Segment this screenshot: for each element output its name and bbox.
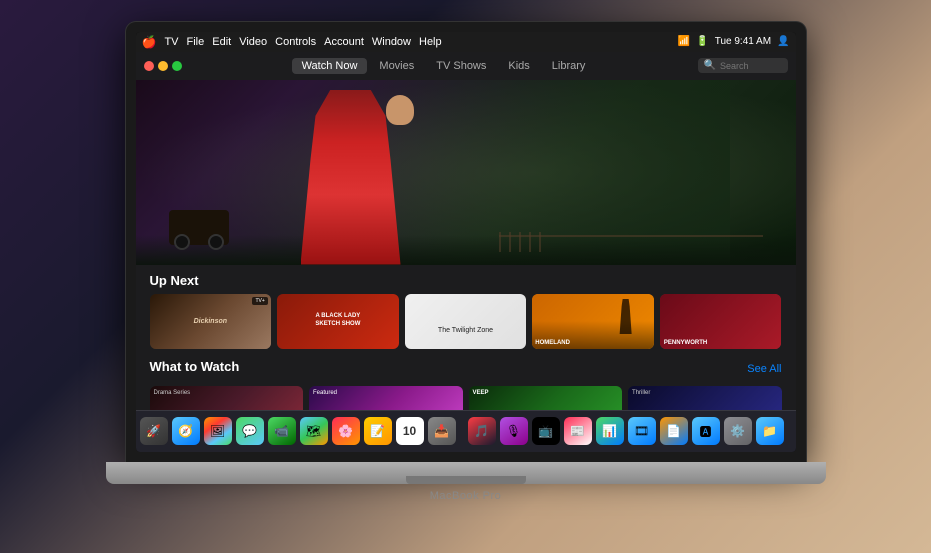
menu-controls[interactable]: Controls bbox=[275, 36, 316, 48]
watch-card-1[interactable]: Drama Series bbox=[150, 386, 304, 410]
dock-pages[interactable]: 📄 bbox=[660, 417, 688, 445]
menu-file[interactable]: File bbox=[187, 36, 205, 48]
see-all-button[interactable]: See All bbox=[747, 363, 781, 375]
macos-screen: 🍎 TV File Edit Video Controls Account Wi… bbox=[136, 32, 796, 452]
hero-fence bbox=[499, 235, 763, 250]
show-card-pennyworth[interactable]: PENNYWORTH bbox=[660, 294, 782, 349]
dock-numbers[interactable]: 📊 bbox=[596, 417, 624, 445]
menu-tv[interactable]: TV bbox=[164, 36, 178, 48]
dock-app-store[interactable]: 🅰 bbox=[692, 417, 720, 445]
show-card-blacklady[interactable]: A BLACK LADYSKETCH SHOW bbox=[277, 294, 399, 349]
watch-card-2[interactable]: Featured bbox=[309, 386, 463, 410]
title-bar: Watch Now Movies TV Shows Kids Library 🔍 bbox=[136, 52, 796, 80]
dock-keynote[interactable]: 🎞 bbox=[628, 417, 656, 445]
minimize-button[interactable] bbox=[158, 61, 168, 71]
dock: 😊 🚀 🧭 🖼 💬 📹 🗺 🌸 📝 10 📥 🎵 🎙 bbox=[136, 410, 796, 452]
dock-launchpad[interactable]: 🚀 bbox=[140, 417, 168, 445]
menu-account[interactable]: Account bbox=[324, 36, 364, 48]
dock-photos[interactable]: 🖼 bbox=[204, 417, 232, 445]
what-to-watch-header: What to Watch See All bbox=[150, 359, 782, 380]
apple-tv-app: Watch Now Movies TV Shows Kids Library 🔍 bbox=[136, 52, 796, 452]
time-display: Tue 9:41 AM bbox=[715, 36, 771, 47]
dock-messages[interactable]: 💬 bbox=[236, 417, 264, 445]
hero-banner bbox=[136, 80, 796, 265]
apple-icon[interactable]: 🍎 bbox=[142, 35, 157, 49]
menu-bar-left: 🍎 TV File Edit Video Controls Account Wi… bbox=[142, 35, 442, 49]
show-card-homeland[interactable]: HOMELAND bbox=[532, 294, 654, 349]
up-next-title: Up Next bbox=[150, 273, 782, 288]
dock-notes[interactable]: 📝 bbox=[364, 417, 392, 445]
search-input[interactable] bbox=[720, 61, 790, 71]
what-to-watch-title: What to Watch bbox=[150, 359, 240, 374]
dock-news[interactable]: 📰 bbox=[564, 417, 592, 445]
tab-library[interactable]: Library bbox=[542, 58, 596, 74]
menu-video[interactable]: Video bbox=[239, 36, 267, 48]
nav-tabs: Watch Now Movies TV Shows Kids Library bbox=[190, 58, 698, 74]
close-button[interactable] bbox=[144, 61, 154, 71]
hero-carriage bbox=[169, 210, 229, 245]
dock-facetime[interactable]: 📹 bbox=[268, 417, 296, 445]
dock-safari[interactable]: 🧭 bbox=[172, 417, 200, 445]
watch-card-4[interactable]: Thriller bbox=[628, 386, 782, 410]
tab-watch-now[interactable]: Watch Now bbox=[292, 58, 368, 74]
dock-podcasts[interactable]: 🎙 bbox=[500, 417, 528, 445]
tab-tv-shows[interactable]: TV Shows bbox=[426, 58, 496, 74]
dock-folder[interactable]: 📁 bbox=[756, 417, 784, 445]
blacklady-text: A BLACK LADYSKETCH SHOW bbox=[311, 309, 364, 333]
menu-bar: 🍎 TV File Edit Video Controls Account Wi… bbox=[136, 32, 796, 52]
dock-system-preferences[interactable]: ⚙️ bbox=[724, 417, 752, 445]
laptop: 🍎 TV File Edit Video Controls Account Wi… bbox=[86, 22, 846, 532]
window-controls bbox=[144, 61, 182, 71]
battery-icon: 🔋 bbox=[696, 36, 708, 47]
menu-edit[interactable]: Edit bbox=[212, 36, 231, 48]
tab-movies[interactable]: Movies bbox=[369, 58, 424, 74]
user-icon: 👤 bbox=[777, 36, 789, 47]
maximize-button[interactable] bbox=[172, 61, 182, 71]
wifi-icon: 📶 bbox=[678, 36, 690, 47]
tab-kids[interactable]: Kids bbox=[498, 58, 539, 74]
search-icon: 🔍 bbox=[704, 60, 716, 71]
dock-extra[interactable]: 📥 bbox=[428, 417, 456, 445]
dock-music[interactable]: 🎵 bbox=[468, 417, 496, 445]
laptop-base: MacBook Pro bbox=[106, 462, 826, 484]
laptop-screen: 🍎 TV File Edit Video Controls Account Wi… bbox=[136, 32, 796, 452]
dock-apple-tv[interactable]: 📺 bbox=[532, 417, 560, 445]
menu-window[interactable]: Window bbox=[372, 36, 411, 48]
dock-maps[interactable]: 🗺 bbox=[300, 417, 328, 445]
up-next-row: Dickinson TV+ A BLACK LADYSKETCH SHOW bbox=[150, 294, 782, 349]
dock-photo-library[interactable]: 🌸 bbox=[332, 417, 360, 445]
watch-row: Drama Series Featured VEEP Thriller bbox=[150, 386, 782, 410]
screen-bezel: 🍎 TV File Edit Video Controls Account Wi… bbox=[126, 22, 806, 462]
content-area: Up Next Dickinson TV+ bbox=[136, 265, 796, 410]
search-bar[interactable]: 🔍 bbox=[698, 58, 788, 73]
watch-card-3[interactable]: VEEP bbox=[469, 386, 623, 410]
twilight-text: The Twilight Zone bbox=[438, 309, 493, 334]
hero-figure-head bbox=[386, 95, 414, 125]
menu-bar-right: 📶 🔋 Tue 9:41 AM 👤 bbox=[678, 36, 790, 47]
show-card-dickinson[interactable]: Dickinson TV+ bbox=[150, 294, 272, 349]
show-card-twilight[interactable]: The Twilight Zone bbox=[405, 294, 527, 349]
dock-calendar[interactable]: 10 bbox=[396, 417, 424, 445]
menu-help[interactable]: Help bbox=[419, 36, 442, 48]
laptop-label: MacBook Pro bbox=[430, 490, 502, 502]
